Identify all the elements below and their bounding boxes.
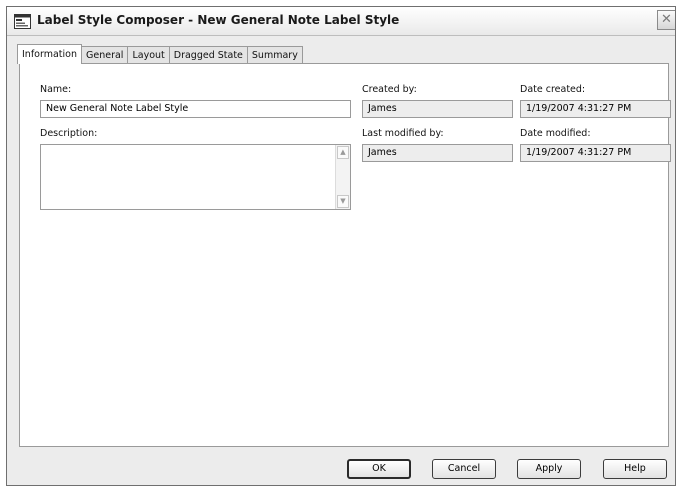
date-modified-field: 1/19/2007 4:31:27 PM bbox=[520, 144, 671, 162]
name-field[interactable]: New General Note Label Style bbox=[40, 100, 351, 118]
date-created-label: Date created: bbox=[520, 84, 586, 95]
information-panel: Name: New General Note Label Style Descr… bbox=[19, 63, 671, 447]
apply-button[interactable]: Apply bbox=[517, 459, 581, 479]
label-style-composer-dialog: Label Style Composer - New General Note … bbox=[6, 6, 676, 486]
scroll-up-icon[interactable]: ▲ bbox=[337, 146, 349, 159]
tab-general[interactable]: General bbox=[81, 46, 129, 64]
last-modified-by-field: James bbox=[362, 144, 513, 162]
tab-layout[interactable]: Layout bbox=[127, 46, 170, 64]
created-by-label: Created by: bbox=[362, 84, 417, 95]
description-field[interactable]: ▲ ▼ bbox=[40, 144, 351, 210]
created-by-field: James bbox=[362, 100, 513, 118]
tab-strip: Information General Layout Dragged State… bbox=[17, 44, 303, 64]
close-icon[interactable]: ✕ bbox=[657, 10, 675, 30]
name-label: Name: bbox=[40, 84, 72, 95]
help-button[interactable]: Help bbox=[603, 459, 667, 479]
app-icon bbox=[14, 14, 31, 29]
last-modified-by-label: Last modified by: bbox=[362, 128, 444, 139]
cancel-button[interactable]: Cancel bbox=[432, 459, 496, 479]
title-bar[interactable]: Label Style Composer - New General Note … bbox=[7, 7, 675, 36]
description-label: Description: bbox=[40, 128, 98, 139]
ok-button[interactable]: OK bbox=[347, 459, 411, 479]
date-modified-label: Date modified: bbox=[520, 128, 591, 139]
tab-summary[interactable]: Summary bbox=[246, 46, 303, 64]
description-scrollbar[interactable]: ▲ ▼ bbox=[335, 145, 350, 209]
tab-dragged-state[interactable]: Dragged State bbox=[168, 46, 248, 64]
window-title: Label Style Composer - New General Note … bbox=[37, 13, 400, 27]
tab-information[interactable]: Information bbox=[17, 44, 82, 64]
scroll-down-icon[interactable]: ▼ bbox=[337, 195, 349, 208]
date-created-field: 1/19/2007 4:31:27 PM bbox=[520, 100, 671, 118]
